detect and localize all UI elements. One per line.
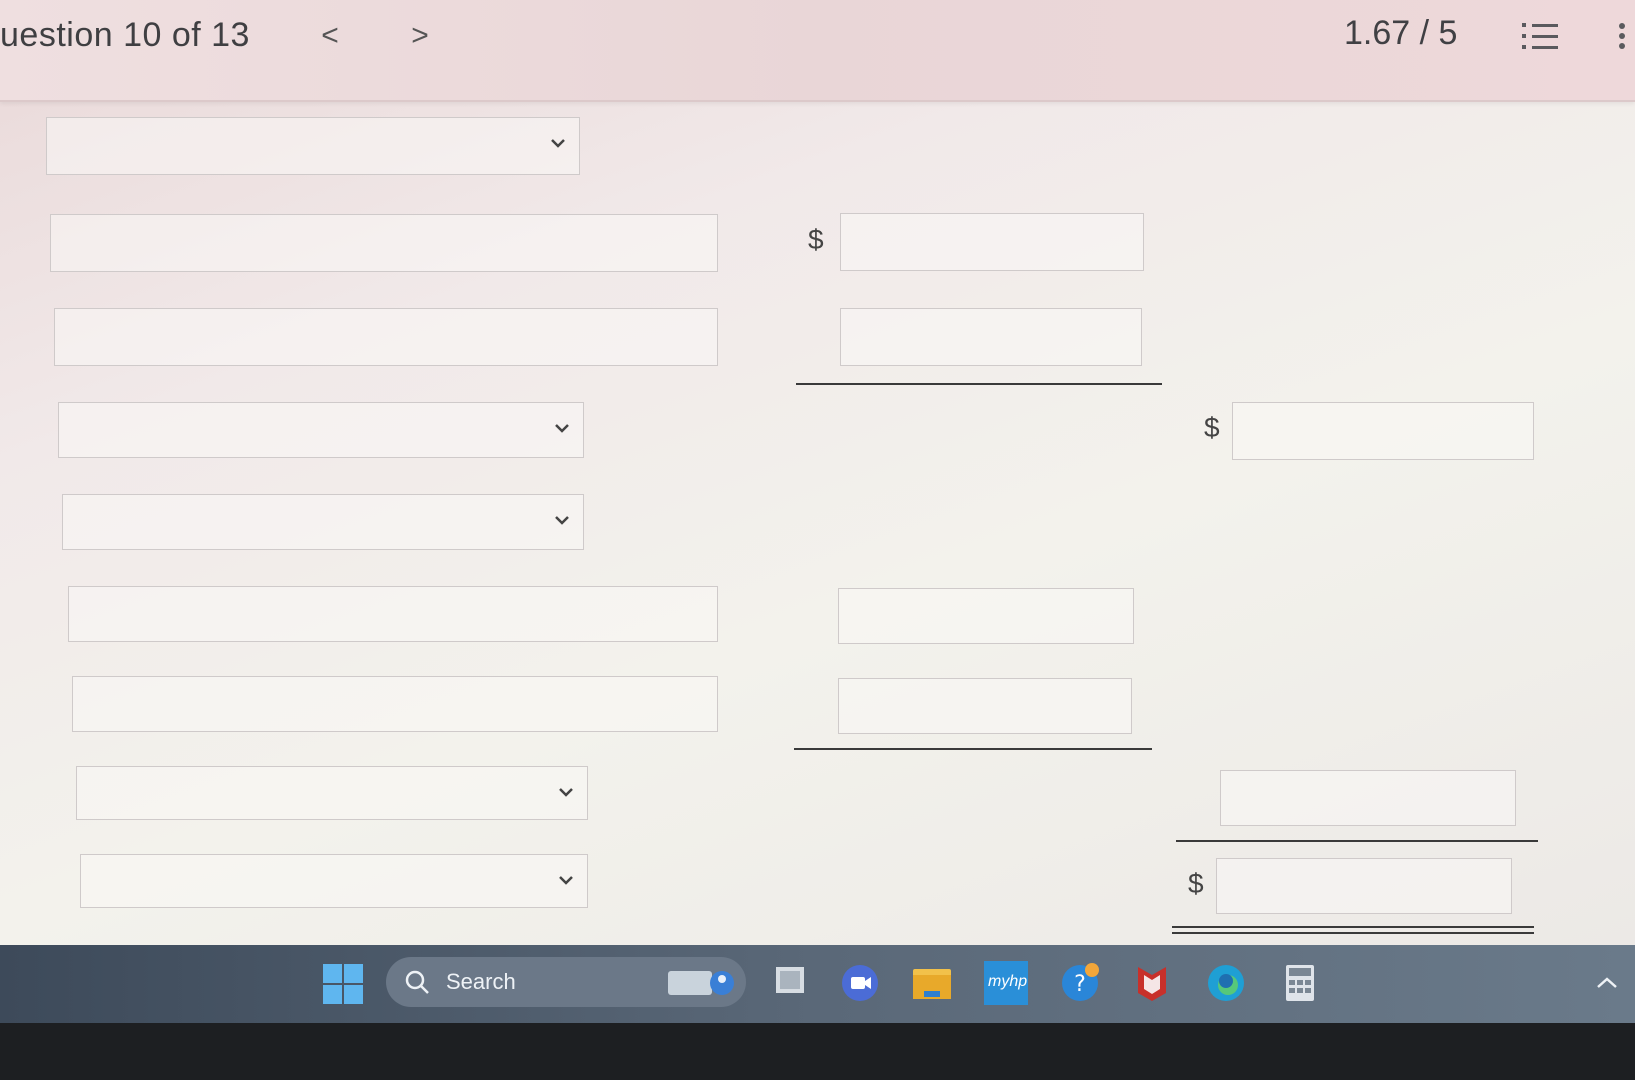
widgets-icon[interactable] <box>662 963 738 1001</box>
description-input-2[interactable] <box>54 308 718 366</box>
double-underline-bottom <box>1172 932 1534 934</box>
total-input-3[interactable] <box>1216 858 1512 914</box>
taskbar-search-box[interactable]: Search <box>386 957 746 1007</box>
score-display: 1.67 / 5 <box>1344 14 1458 52</box>
subtotal-underline <box>796 383 1162 385</box>
search-icon <box>405 970 429 994</box>
amount-input-3[interactable] <box>838 588 1134 644</box>
myhp-icon[interactable]: myhp <box>984 961 1028 1005</box>
total-underline <box>1176 840 1538 842</box>
question-counter: uestion 10 of 13 <box>0 16 250 54</box>
currency-symbol: $ <box>1204 412 1220 443</box>
chevron-down-icon <box>559 788 573 797</box>
currency-symbol: $ <box>1188 868 1204 899</box>
account-title-dropdown-3[interactable] <box>62 494 584 550</box>
account-title-dropdown-2[interactable] <box>58 402 584 458</box>
edge-icon[interactable] <box>1204 961 1248 1005</box>
account-title-dropdown-1[interactable] <box>46 117 580 175</box>
camera-icon[interactable] <box>838 961 882 1005</box>
question-list-icon[interactable] <box>1520 20 1560 54</box>
myhp-label: myhp <box>988 973 1028 990</box>
account-title-dropdown-4[interactable] <box>76 766 588 820</box>
calculator-icon[interactable] <box>1278 961 1322 1005</box>
svg-text:?: ? <box>1074 972 1086 997</box>
search-label: Search <box>446 969 516 994</box>
amount-input-4[interactable] <box>838 678 1132 734</box>
question-header: uestion 10 of 13 < > 1.67 / 5 <box>0 0 1635 102</box>
total-input-1[interactable] <box>1232 402 1534 460</box>
help-icon[interactable]: ? <box>1058 961 1102 1005</box>
next-question-button[interactable]: > <box>402 18 438 54</box>
total-input-2[interactable] <box>1220 770 1516 826</box>
chevron-down-icon <box>555 424 569 433</box>
account-title-dropdown-5[interactable] <box>80 854 588 908</box>
amount-input-1[interactable] <box>840 213 1144 271</box>
file-explorer-icon[interactable] <box>910 961 954 1005</box>
currency-symbol: $ <box>808 224 824 255</box>
monitor-bezel <box>0 1023 1635 1080</box>
amount-input-2[interactable] <box>840 308 1142 366</box>
previous-question-button[interactable]: < <box>312 18 348 54</box>
subtotal-underline <box>794 748 1152 750</box>
task-view-icon[interactable] <box>770 961 814 1005</box>
more-options-icon[interactable] <box>1616 18 1628 54</box>
chevron-up-icon[interactable] <box>1592 961 1622 1005</box>
chevron-down-icon <box>559 876 573 885</box>
windows-taskbar: Search myhp ? <box>0 945 1635 1023</box>
mcafee-icon[interactable] <box>1130 961 1174 1005</box>
double-underline-top <box>1172 926 1534 928</box>
description-input-3[interactable] <box>68 586 718 642</box>
description-input-4[interactable] <box>72 676 718 732</box>
windows-start-icon[interactable] <box>322 963 364 1005</box>
chevron-down-icon <box>555 516 569 525</box>
chevron-down-icon <box>551 139 565 148</box>
description-input-1[interactable] <box>50 214 718 272</box>
browser-content: uestion 10 of 13 < > 1.67 / 5 $ $ $ <box>0 0 1635 945</box>
